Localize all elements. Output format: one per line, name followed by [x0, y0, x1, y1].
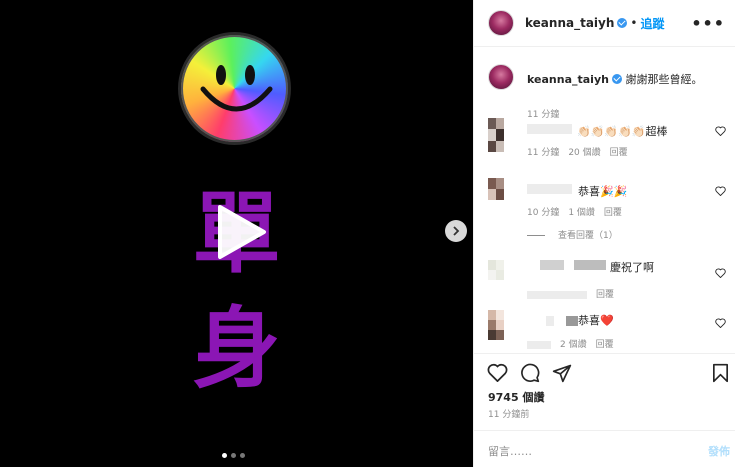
- heart-icon[interactable]: [487, 363, 508, 382]
- post-comment-button[interactable]: 發佈: [708, 443, 730, 459]
- caption-username[interactable]: keanna_taiyh: [527, 73, 609, 86]
- carousel-dot: [231, 453, 236, 458]
- comment-text: 恭喜❤️: [578, 314, 614, 327]
- next-slide-button[interactable]: [445, 220, 467, 242]
- like-comment-heart-icon[interactable]: [715, 186, 726, 196]
- blurred-username: [527, 124, 572, 134]
- comment-likes[interactable]: 1 個讚: [568, 208, 595, 218]
- comment-meta: 11 分鐘 20 個讚 回覆: [527, 145, 637, 158]
- like-comment-heart-icon[interactable]: [715, 318, 726, 328]
- separator-dot: •: [630, 16, 638, 30]
- play-icon[interactable]: [210, 203, 268, 261]
- comment-likes[interactable]: 20 個讚: [568, 148, 600, 158]
- post-header: keanna_taiyh • 追蹤 •••: [474, 0, 735, 47]
- blurred-meta: [527, 340, 551, 349]
- comment-text: 慶祝了啊: [610, 261, 654, 274]
- reply-button[interactable]: 回覆: [596, 290, 614, 300]
- post-time: 11 分鐘前: [488, 410, 530, 420]
- blurred-username: [566, 316, 578, 326]
- reply-button[interactable]: 回覆: [610, 148, 628, 158]
- post-media[interactable]: 單 身: [0, 0, 473, 467]
- username-link[interactable]: keanna_taiyh: [525, 16, 614, 30]
- follow-button[interactable]: 追蹤: [640, 15, 664, 32]
- comment-icon[interactable]: [520, 363, 540, 383]
- blurred-username: [546, 316, 554, 326]
- view-replies-button[interactable]: 查看回覆（1）: [527, 228, 618, 241]
- more-options-icon[interactable]: •••: [691, 14, 725, 33]
- like-comment-heart-icon[interactable]: [715, 126, 726, 136]
- comment-input[interactable]: 留言……: [488, 443, 532, 459]
- avatar[interactable]: [488, 260, 512, 280]
- blurred-username: [527, 184, 572, 194]
- comment-likes[interactable]: 2 個讚: [560, 340, 587, 350]
- avatar[interactable]: [488, 118, 512, 152]
- post-actions: [474, 353, 735, 393]
- verified-badge-icon: [611, 74, 622, 84]
- likes-count[interactable]: 9745 個讚: [488, 389, 544, 405]
- comment-meta: 回覆: [527, 287, 623, 300]
- blurred-username: [540, 260, 564, 270]
- carousel-dot: [222, 453, 227, 458]
- blurred-meta: [527, 290, 587, 299]
- comment-item: 慶祝了啊 回覆: [488, 260, 728, 300]
- avatar[interactable]: [488, 310, 512, 340]
- comment-text: 恭喜🎉🎉: [578, 185, 628, 198]
- carousel-dot: [240, 453, 245, 458]
- avatar[interactable]: [488, 178, 512, 200]
- media-text-line2: 身: [192, 297, 281, 400]
- blurred-username: [574, 260, 606, 270]
- like-comment-heart-icon[interactable]: [715, 268, 726, 278]
- share-icon[interactable]: [552, 363, 572, 383]
- comment-item: 👏🏻👏🏻👏🏻👏🏻👏🏻超棒 11 分鐘 20 個讚 回覆: [488, 118, 728, 158]
- chevron-right-icon: [453, 226, 460, 236]
- comment-item: 恭喜🎉🎉 10 分鐘 1 個讚 回覆: [488, 178, 728, 218]
- rainbow-smiley-image: [178, 32, 291, 145]
- comment-meta: 10 分鐘 1 個讚 回覆: [527, 205, 631, 218]
- caption-body: 謝謝那些曾經。: [625, 73, 703, 86]
- comment-time: 11 分鐘: [527, 148, 560, 158]
- post-sidebar: keanna_taiyh • 追蹤 ••• keanna_taiyh 謝謝那些曾…: [473, 0, 735, 467]
- carousel-indicator: [222, 453, 245, 458]
- add-comment-box: 留言…… 發佈: [474, 430, 735, 467]
- bookmark-icon[interactable]: [712, 363, 729, 383]
- verified-badge-icon: [617, 18, 628, 28]
- comment-text: 👏🏻👏🏻👏🏻👏🏻👏🏻超棒: [577, 125, 668, 138]
- avatar[interactable]: [488, 10, 514, 36]
- comment-time: 10 分鐘: [527, 208, 560, 218]
- reply-button[interactable]: 回覆: [596, 340, 614, 350]
- caption-text: keanna_taiyh 謝謝那些曾經。: [527, 71, 702, 87]
- comment-item: 恭喜❤️ 2 個讚 回覆: [488, 310, 728, 350]
- comments-list: keanna_taiyh 謝謝那些曾經。 11 分鐘 👏🏻👏🏻👏🏻👏🏻👏🏻超棒 …: [474, 48, 735, 353]
- reply-button[interactable]: 回覆: [604, 208, 622, 218]
- comment-meta: 2 個讚 回覆: [527, 337, 623, 350]
- avatar[interactable]: [488, 64, 514, 90]
